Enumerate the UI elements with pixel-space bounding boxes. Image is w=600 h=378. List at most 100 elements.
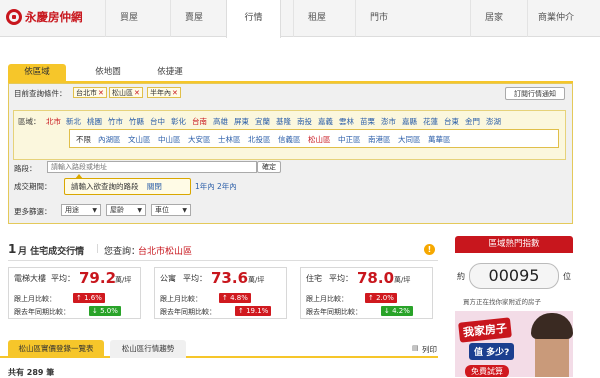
district-zhongshan[interactable]: 中山區 (158, 134, 181, 145)
city-tainan[interactable]: 台南 (192, 116, 207, 127)
district-songshan[interactable]: 松山區 (308, 134, 331, 145)
nav-rent[interactable]: 租屋 (293, 0, 340, 37)
tab-by-map[interactable]: 依地圖 (88, 64, 128, 82)
city-miaoli[interactable]: 苗栗 (360, 116, 375, 127)
city-kaohsiung[interactable]: 高雄 (213, 116, 228, 127)
print-link[interactable]: 列印 (422, 344, 437, 355)
district-daan[interactable]: 大安區 (188, 134, 211, 145)
criteria-tag-city[interactable]: 台北市✕ (73, 87, 107, 98)
area-label: 區域： (18, 117, 41, 126)
district-shilin[interactable]: 士林區 (218, 134, 241, 145)
nav-market-price[interactable]: 行情 (226, 0, 281, 38)
city-chiayi-county[interactable]: 嘉縣 (402, 116, 417, 127)
listing-tabs: 松山區實價登錄一覽表 松山區行情趨勢 ▤ 列印 (0, 340, 438, 358)
card-yoy-label: 跟去年同期比較： (160, 308, 216, 316)
ad-cta: 免費試算 (465, 365, 509, 377)
price-card-apartment: 公寓 平均： 73.6 萬/坪 跟上月比較： ↑ 4.8% 跟去年同期比較： ↑… (154, 267, 287, 319)
city-kinmen[interactable]: 金門 (465, 116, 480, 127)
tab-by-mrt[interactable]: 依捷運 (150, 64, 190, 82)
card-price-label: 平均： (51, 274, 75, 283)
card-yoy-badge: ↑ 19.1% (235, 306, 272, 316)
query-label: 您查詢： (104, 247, 141, 257)
card-price: 73.6 (211, 269, 249, 287)
print-icon[interactable]: ▤ (412, 344, 419, 352)
city-keelung[interactable]: 基隆 (276, 116, 291, 127)
city-penghu[interactable]: 澎湖 (486, 116, 501, 127)
city-changhua[interactable]: 彰化 (171, 116, 186, 127)
road-input[interactable] (47, 161, 257, 173)
remove-icon[interactable]: ✕ (134, 89, 140, 97)
district-nangang[interactable]: 南港區 (368, 134, 391, 145)
district-beitou[interactable]: 北投區 (248, 134, 271, 145)
district-neihu[interactable]: 內湖區 (98, 134, 121, 145)
period-1year[interactable]: 1年內 (195, 181, 215, 192)
confirm-button[interactable]: 確定 (257, 161, 281, 173)
card-price-label: 平均： (329, 274, 353, 283)
period-2years[interactable]: 2年內 (217, 181, 237, 192)
filter-box: 目前查詢條件： 台北市✕ 松山區✕ 半年內✕ 訂閱行情通知 區域： 北市 新北 … (8, 83, 573, 224)
city-pingtung[interactable]: 屏東 (234, 116, 249, 127)
card-name: 公寓 (160, 274, 176, 283)
age-select-value: 屋齡 (110, 206, 124, 214)
tab-price-list[interactable]: 松山區實價登錄一覽表 (8, 340, 104, 358)
city-penghu-city[interactable]: 澎市 (381, 116, 396, 127)
brand-logo[interactable]: 永慶房仲網 (6, 9, 83, 25)
chevron-down-icon: ▼ (92, 207, 97, 214)
nav-stores[interactable]: 門市 (355, 0, 402, 37)
nav-commercial[interactable]: 商業仲介 (527, 0, 584, 37)
remove-icon[interactable]: ✕ (172, 89, 178, 97)
district-xinyi[interactable]: 信義區 (278, 134, 301, 145)
city-yilan[interactable]: 宜蘭 (255, 116, 270, 127)
usage-select[interactable]: 用途 ▼ (61, 204, 101, 216)
city-taipei[interactable]: 北市 (46, 116, 61, 127)
tab-price-trend[interactable]: 松山區行情趨勢 (110, 340, 186, 358)
valuation-ad[interactable]: 我家房子 值 多少? 免費試算 (455, 311, 573, 377)
nav-buy[interactable]: 買屋 (105, 0, 152, 37)
city-newtaipei[interactable]: 新北 (66, 116, 81, 127)
price-card-residential: 住宅 平均： 78.0 萬/坪 跟上月比較： ↑ 2.0% 跟去年同期比較： ↓… (300, 267, 433, 319)
trend-month: 1 (8, 242, 17, 256)
city-nantou[interactable]: 南投 (297, 116, 312, 127)
criteria-tag-city-text: 台北市 (76, 89, 97, 97)
hot-index-caption: 買方正在找你家附近的房子 (463, 298, 541, 306)
chevron-down-icon: ▼ (182, 207, 187, 214)
subscribe-button[interactable]: 訂閱行情通知 (505, 87, 565, 100)
city-chiayi[interactable]: 嘉義 (318, 116, 333, 127)
age-select[interactable]: 屋齡 ▼ (106, 204, 146, 216)
district-wanhua[interactable]: 萬華區 (428, 134, 451, 145)
nav-sell[interactable]: 賣屋 (170, 0, 217, 37)
more-filters-label: 更多篩選： (14, 207, 52, 216)
card-unit: 萬/坪 (394, 276, 411, 284)
criteria-tag-district[interactable]: 松山區✕ (109, 87, 143, 98)
remove-icon[interactable]: ✕ (98, 89, 104, 97)
area-selector: 區域： 北市 新北 桃園 竹市 竹縣 台中 彰化 台南 高雄 屏東 宜蘭 基隆 … (13, 110, 566, 160)
trend-title-bar: 1 月 住宅成交行情 | 您查詢： 台北市松山區 ! (8, 239, 438, 261)
tab-by-area[interactable]: 依區域 (8, 64, 66, 82)
city-hsinchu-city[interactable]: 竹市 (108, 116, 123, 127)
district-zhongzheng[interactable]: 中正區 (338, 134, 361, 145)
card-price-label: 平均： (183, 274, 207, 283)
criteria-tag-period[interactable]: 半年內✕ (147, 87, 181, 98)
card-mom-badge: ↑ 4.8% (219, 293, 251, 303)
brand-logo-icon (6, 9, 22, 25)
nav-home-living[interactable]: 居家 (470, 0, 517, 37)
card-mom-label: 跟上月比較： (160, 295, 202, 303)
city-hsinchu-county[interactable]: 竹縣 (129, 116, 144, 127)
city-taitung[interactable]: 台東 (444, 116, 459, 127)
district-wenshan[interactable]: 文山區 (128, 134, 151, 145)
district-datong[interactable]: 大同區 (398, 134, 421, 145)
road-tooltip: 請輸入欲查詢的路段 關閉 (64, 174, 191, 195)
card-yoy-label: 跟去年同期比較： (306, 308, 362, 316)
brand-name: 永慶房仲網 (25, 10, 83, 24)
city-taoyuan[interactable]: 桃園 (87, 116, 102, 127)
trend-section: 1 月 住宅成交行情 | 您查詢： 台北市松山區 ! 電梯大樓 平均： 79.2… (8, 239, 438, 329)
parking-select[interactable]: 車位 ▼ (151, 204, 191, 216)
city-yunlin[interactable]: 雲林 (339, 116, 354, 127)
city-taichung[interactable]: 台中 (150, 116, 165, 127)
card-price: 79.2 (79, 269, 117, 287)
tooltip-close-link[interactable]: 關閉 (147, 182, 162, 191)
info-icon[interactable]: ! (424, 244, 435, 255)
trend-title: 月 住宅成交行情 (18, 247, 85, 257)
city-hualien[interactable]: 花蓮 (423, 116, 438, 127)
district-any[interactable]: 不限 (76, 134, 91, 145)
